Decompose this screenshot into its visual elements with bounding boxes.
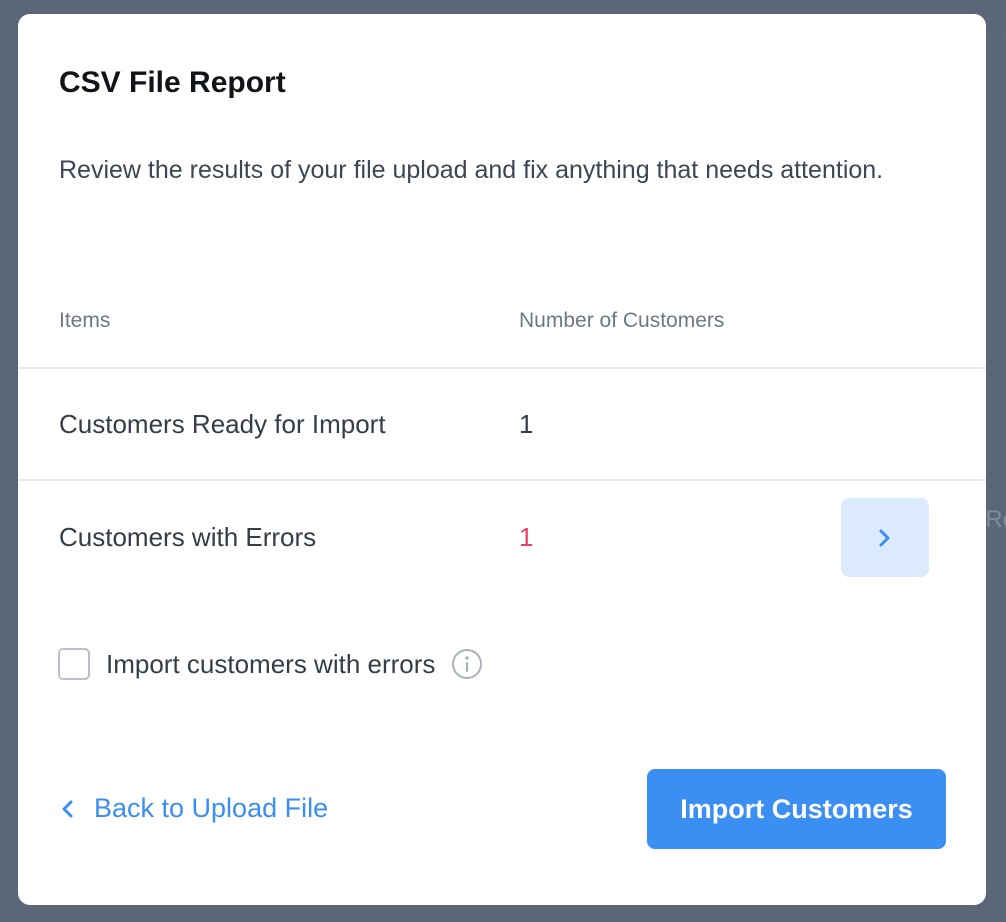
import-with-errors-label[interactable]: Import customers with errors xyxy=(106,649,435,680)
table-divider xyxy=(18,367,986,369)
column-header-items: Items xyxy=(59,309,111,332)
modal-title: CSV File Report xyxy=(59,66,286,99)
row-value-ready: 1 xyxy=(519,409,534,439)
import-with-errors-checkbox[interactable] xyxy=(58,648,90,680)
chevron-left-icon xyxy=(60,797,76,821)
view-errors-button[interactable] xyxy=(841,498,929,577)
row-label-errors: Customers with Errors xyxy=(59,522,317,552)
column-header-count: Number of Customers xyxy=(519,309,725,332)
modal-description: Review the results of your file upload a… xyxy=(59,156,884,184)
import-with-errors-option: Import customers with errors xyxy=(58,648,483,680)
background-text-fragment: Re xyxy=(985,506,1006,533)
back-to-upload-link[interactable]: Back to Upload File xyxy=(60,793,328,824)
csv-report-modal: CSV File Report Review the results of yo… xyxy=(18,14,986,905)
chevron-right-icon xyxy=(879,529,890,546)
info-icon[interactable] xyxy=(451,648,483,680)
back-to-upload-label: Back to Upload File xyxy=(94,793,329,823)
table-divider xyxy=(18,479,986,481)
import-customers-button[interactable]: Import Customers xyxy=(647,769,946,849)
row-label-ready: Customers Ready for Import xyxy=(59,409,386,439)
row-value-errors: 1 xyxy=(519,522,534,552)
